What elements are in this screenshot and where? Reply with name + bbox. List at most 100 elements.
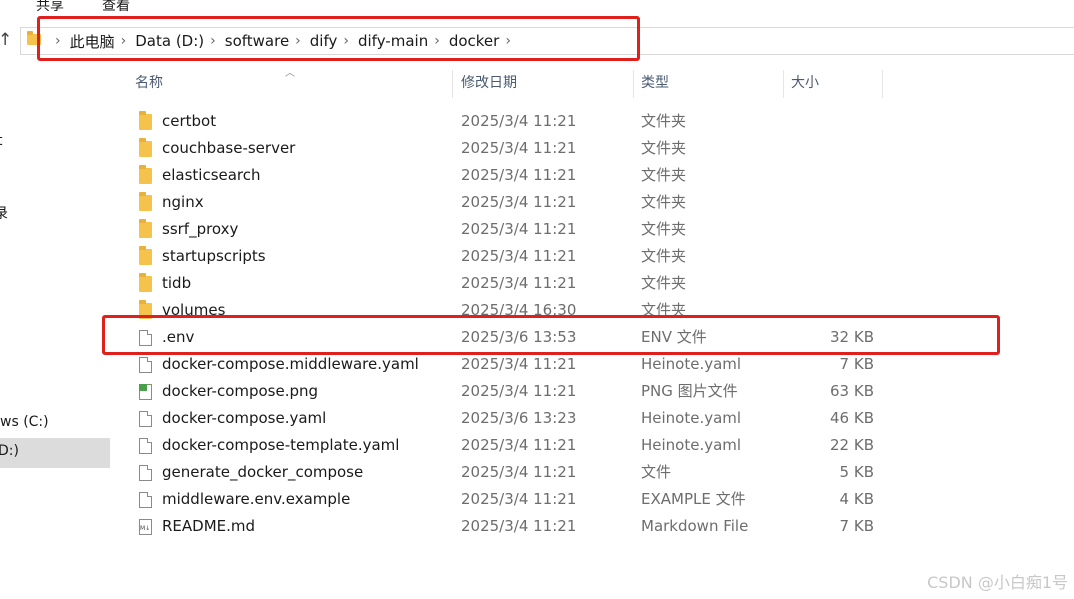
file-size: 7 KB [839,355,874,373]
file-row[interactable]: .env 2025/3/6 13:53 ENV 文件 32 KB [111,324,1074,351]
file-icon [139,330,152,346]
file-type: 文件夹 [641,274,687,292]
file-row[interactable]: generate_docker_compose 2025/3/4 11:21 文件 5… [111,459,1074,486]
column-divider[interactable] [882,70,883,98]
image-file-icon [139,384,152,400]
file-modified-date: 2025/3/4 11:21 [461,247,577,265]
chevron-right-icon[interactable]: › [505,33,511,49]
sidebar-item[interactable]: t [0,133,3,149]
file-row[interactable]: nginx 2025/3/4 11:21 文件夹 [111,189,1074,216]
column-divider[interactable] [452,70,453,98]
file-modified-date: 2025/3/4 11:21 [461,139,577,157]
file-name: .env [162,328,195,346]
file-name: docker-compose.yaml [162,409,327,427]
column-divider[interactable] [633,70,634,98]
file-row[interactable]: tidb 2025/3/4 11:21 文件夹 [111,270,1074,297]
file-modified-date: 2025/3/4 11:21 [461,517,577,535]
file-row[interactable]: docker-compose.yaml 2025/3/6 13:23 Heinote… [111,405,1074,432]
file-row[interactable]: certbot 2025/3/4 11:21 文件夹 [111,108,1074,135]
file-row[interactable]: docker-compose.middleware.yaml 2025/3/4 1… [111,351,1074,378]
file-type: EXAMPLE 文件 [641,490,746,508]
file-type: ENV 文件 [641,328,707,346]
file-name: generate_docker_compose [162,463,364,481]
file-modified-date: 2025/3/4 11:21 [461,112,577,130]
file-modified-date: 2025/3/4 11:21 [461,463,577,481]
folder-icon [139,165,152,184]
ribbon-tab-share[interactable]: 共享 [36,0,64,14]
chevron-right-icon[interactable]: › [210,33,216,49]
file-type: Heinote.yaml [641,409,742,427]
file-row[interactable]: middleware.env.example 2025/3/4 11:21 EXAM… [111,486,1074,513]
file-row[interactable]: volumes 2025/3/4 16:30 文件夹 [111,297,1074,324]
up-arrow-icon[interactable]: ↑ [0,30,12,50]
breadcrumb-dify-main[interactable]: dify-main [358,32,428,50]
file-name: docker-compose.png [162,382,319,400]
sidebar-item[interactable]: 录 [0,203,8,223]
sidebar-item-c-drive[interactable]: ws (C:) [0,414,49,430]
chevron-right-icon[interactable]: › [121,33,127,49]
chevron-right-icon[interactable]: › [434,33,440,49]
ribbon-tab-view[interactable]: 查看 [102,0,130,14]
chevron-right-icon[interactable]: › [343,33,349,49]
column-type[interactable]: 类型 [641,66,669,100]
file-icon [139,492,152,508]
breadcrumb-data-drive[interactable]: Data (D:) [135,32,204,50]
breadcrumb-dify[interactable]: dify [310,32,338,50]
file-name: ssrf_proxy [162,220,239,238]
file-modified-date: 2025/3/6 13:53 [461,328,577,346]
file-type: PNG 图片文件 [641,382,738,400]
file-modified-date: 2025/3/4 16:30 [461,301,577,319]
file-modified-date: 2025/3/4 11:21 [461,193,577,211]
file-name: elasticsearch [162,166,261,184]
sidebar-item-selected[interactable]: D:) [0,438,110,468]
address-row: ↑ › 此电脑 › Data (D:) › software › dify › … [0,24,1074,58]
file-row[interactable]: docker-compose-template.yaml 2025/3/4 11:… [111,432,1074,459]
column-headers: ︿ 名称 修改日期 类型 大小 [111,66,1074,100]
markdown-file-icon [139,519,152,535]
file-name: tidb [162,274,192,292]
file-modified-date: 2025/3/4 11:21 [461,490,577,508]
file-name: docker-compose-template.yaml [162,436,400,454]
file-name: docker-compose.middleware.yaml [162,355,419,373]
file-type: 文件夹 [641,193,687,211]
file-type: 文件夹 [641,301,687,319]
folder-icon [27,31,41,45]
file-row[interactable]: couchbase-server 2025/3/4 11:21 文件夹 [111,135,1074,162]
breadcrumb-software[interactable]: software [225,32,289,50]
file-row[interactable]: startupscripts 2025/3/4 11:21 文件夹 [111,243,1074,270]
folder-icon [139,273,152,292]
file-size: 63 KB [830,382,874,400]
file-size: 32 KB [830,328,874,346]
navigation-pane: t 录 ws (C:) D:) [0,66,110,599]
file-modified-date: 2025/3/4 11:21 [461,274,577,292]
column-divider[interactable] [783,70,784,98]
chevron-right-icon[interactable]: › [55,33,61,49]
file-modified-date: 2025/3/4 11:21 [461,355,577,373]
folder-icon [139,246,152,265]
sidebar-item-d-drive[interactable]: D:) [0,443,19,459]
address-bar[interactable]: › 此电脑 › Data (D:) › software › dify › di… [20,27,1074,55]
file-modified-date: 2025/3/6 13:23 [461,409,577,427]
file-type: Heinote.yaml [641,436,742,454]
file-row[interactable]: README.md 2025/3/4 11:21 Markdown File 7 KB [111,513,1074,540]
file-type: Markdown File [641,517,749,535]
file-type: 文件夹 [641,112,687,130]
file-name: middleware.env.example [162,490,351,508]
file-row[interactable]: elasticsearch 2025/3/4 11:21 文件夹 [111,162,1074,189]
column-modified[interactable]: 修改日期 [461,66,517,100]
chevron-right-icon[interactable]: › [295,33,301,49]
file-icon [139,465,152,481]
breadcrumb-this-pc[interactable]: 此电脑 [70,31,115,52]
file-icon [139,438,152,454]
breadcrumb-docker[interactable]: docker [449,32,500,50]
file-name: startupscripts [162,247,266,265]
file-row[interactable]: docker-compose.png 2025/3/4 11:21 PNG 图片文件… [111,378,1074,405]
file-size: 22 KB [830,436,874,454]
file-row[interactable]: ssrf_proxy 2025/3/4 11:21 文件夹 [111,216,1074,243]
file-type: 文件夹 [641,220,687,238]
file-name: certbot [162,112,217,130]
column-name[interactable]: 名称 [135,66,163,100]
column-size[interactable]: 大小 [791,66,819,100]
file-modified-date: 2025/3/4 11:21 [461,382,577,400]
breadcrumb: › 此电脑 › Data (D:) › software › dify › di… [49,28,520,54]
